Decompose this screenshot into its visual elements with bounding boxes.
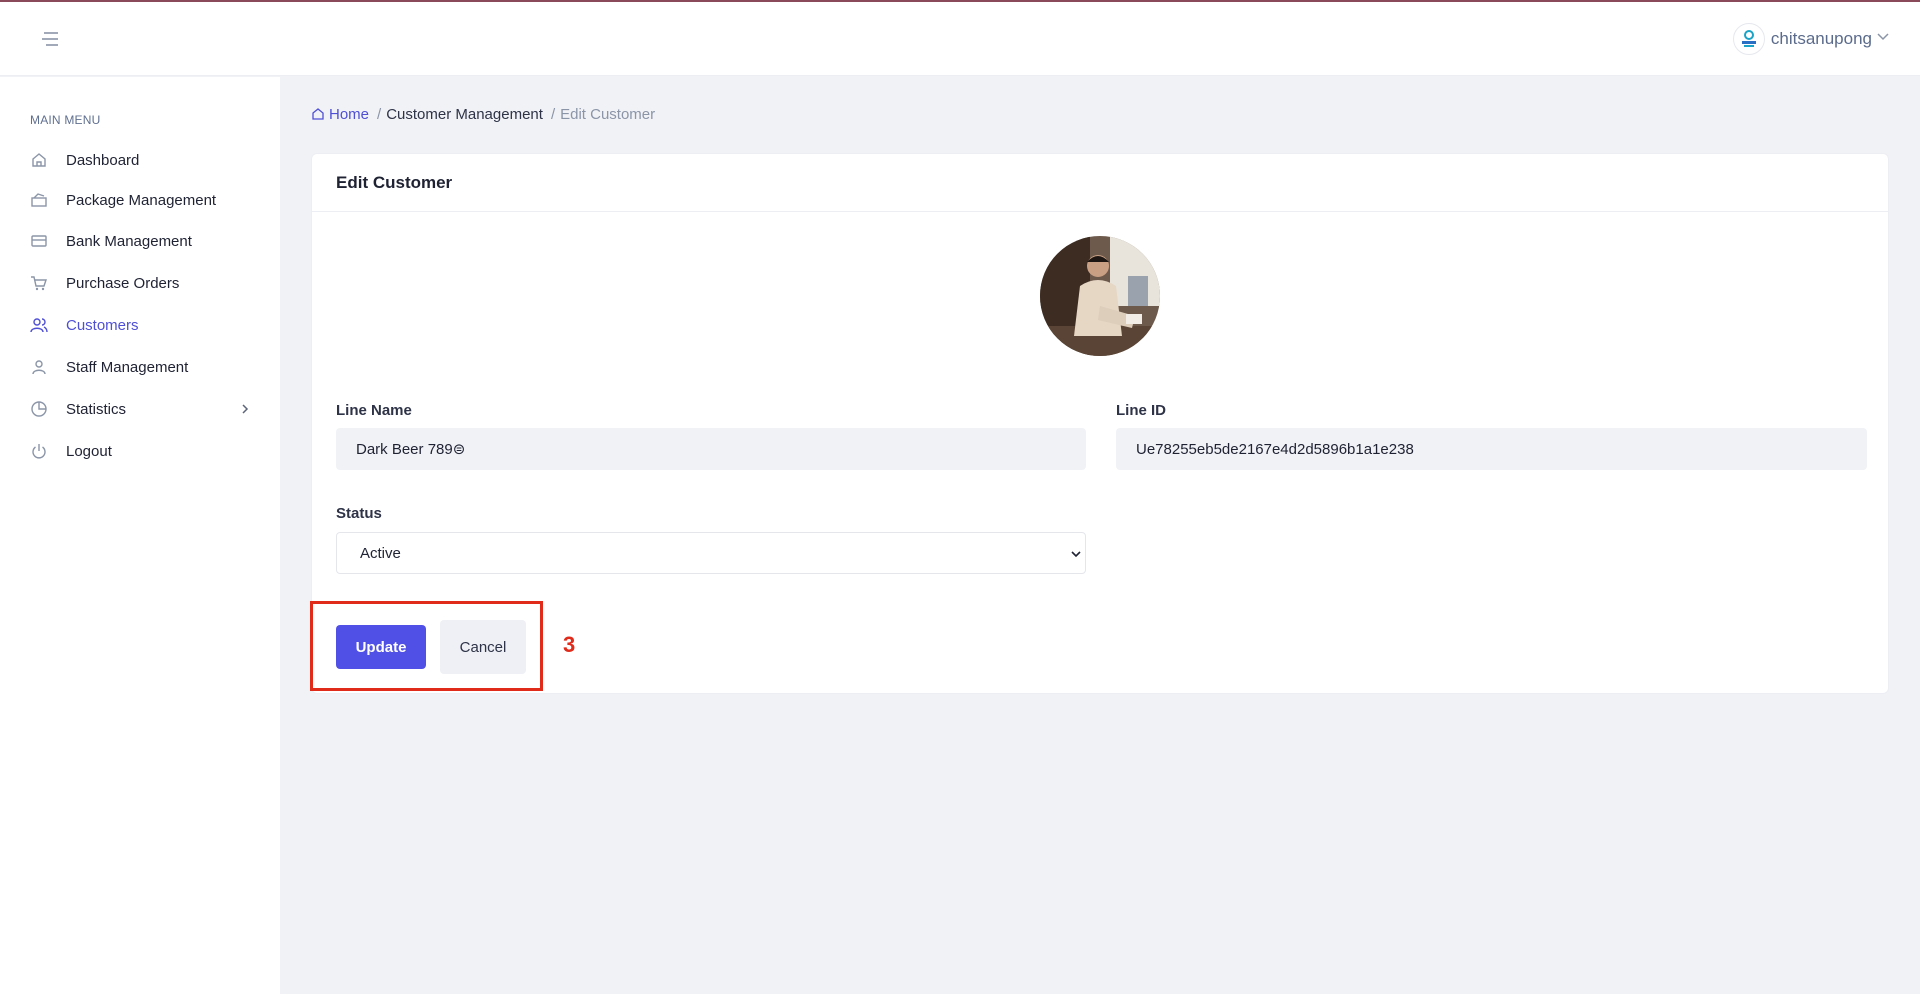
chevron-down-icon bbox=[1069, 547, 1083, 561]
breadcrumb-current: Edit Customer bbox=[560, 105, 656, 123]
sidebar-item-customers[interactable]: Customers bbox=[0, 306, 280, 344]
breadcrumb-separator: / bbox=[550, 105, 556, 123]
power-icon bbox=[30, 442, 48, 460]
user-avatar bbox=[1732, 23, 1765, 55]
sidebar-item-label: Statistics bbox=[66, 400, 127, 418]
edit-customer-card: Edit Customer Line Name Dark Beer 789⊜ L… bbox=[311, 153, 1889, 694]
status-selected-value: Active bbox=[360, 544, 401, 562]
sidebar-item-label: Dashboard bbox=[66, 151, 140, 169]
annotation-highlight-box bbox=[310, 601, 543, 691]
sidebar-item-label: Purchase Orders bbox=[66, 274, 180, 292]
annotation-step-number: 3 bbox=[563, 632, 576, 657]
users-icon bbox=[30, 316, 48, 334]
sidebar-item-logout[interactable]: Logout bbox=[0, 432, 280, 470]
customer-profile-picture bbox=[1040, 236, 1160, 356]
breadcrumb-separator: / bbox=[377, 105, 382, 123]
sidebar-item-label: Logout bbox=[66, 442, 112, 460]
sidebar-item-statistics[interactable]: Statistics bbox=[0, 390, 280, 428]
sidebar: MAIN MENU Dashboard Package Management B… bbox=[0, 77, 280, 994]
user-menu[interactable]: chitsanupong bbox=[1732, 22, 1890, 56]
breadcrumb-home[interactable]: Home bbox=[311, 106, 369, 123]
sidebar-item-package-management[interactable]: Package Management bbox=[0, 181, 280, 219]
user-name: chitsanupong bbox=[1770, 29, 1872, 48]
top-header: chitsanupong bbox=[0, 2, 1920, 76]
sidebar-item-bank-management[interactable]: Bank Management bbox=[0, 222, 280, 260]
sidebar-item-label: Staff Management bbox=[66, 358, 189, 376]
status-select[interactable]: Active bbox=[336, 532, 1086, 574]
home-icon bbox=[30, 151, 48, 169]
line-name-field[interactable]: Dark Beer 789⊜ bbox=[336, 428, 1086, 470]
status-label: Status bbox=[336, 505, 382, 522]
sidebar-item-label: Package Management bbox=[66, 191, 217, 209]
sidebar-item-label: Bank Management bbox=[66, 232, 192, 250]
sidebar-title: MAIN MENU bbox=[30, 113, 101, 127]
credit-card-icon bbox=[30, 232, 48, 250]
breadcrumb-home-label: Home bbox=[329, 105, 370, 123]
sidebar-item-purchase-orders[interactable]: Purchase Orders bbox=[0, 264, 280, 302]
breadcrumb: Home / Customer Management / Edit Custom… bbox=[311, 104, 655, 124]
sidebar-item-dashboard[interactable]: Dashboard bbox=[0, 141, 280, 179]
line-id-field[interactable]: Ue78255eb5de2167e4d2d5896b1a1e238 bbox=[1116, 428, 1867, 470]
line-name-label: Line Name bbox=[336, 402, 412, 419]
breadcrumb-customer-management[interactable]: Customer Management bbox=[386, 106, 543, 123]
sidebar-item-staff-management[interactable]: Staff Management bbox=[0, 348, 280, 386]
sidebar-item-label: Customers bbox=[66, 316, 139, 334]
line-id-label: Line ID bbox=[1116, 402, 1167, 419]
chevron-down-icon[interactable] bbox=[1876, 30, 1890, 49]
hamburger-icon[interactable] bbox=[40, 30, 60, 48]
user-icon bbox=[30, 358, 48, 376]
pie-chart-icon bbox=[30, 400, 48, 418]
chevron-right-icon bbox=[238, 402, 252, 416]
card-title: Edit Customer bbox=[312, 154, 1888, 212]
home-icon bbox=[311, 107, 325, 121]
cart-icon bbox=[30, 274, 48, 292]
package-icon bbox=[30, 191, 48, 209]
